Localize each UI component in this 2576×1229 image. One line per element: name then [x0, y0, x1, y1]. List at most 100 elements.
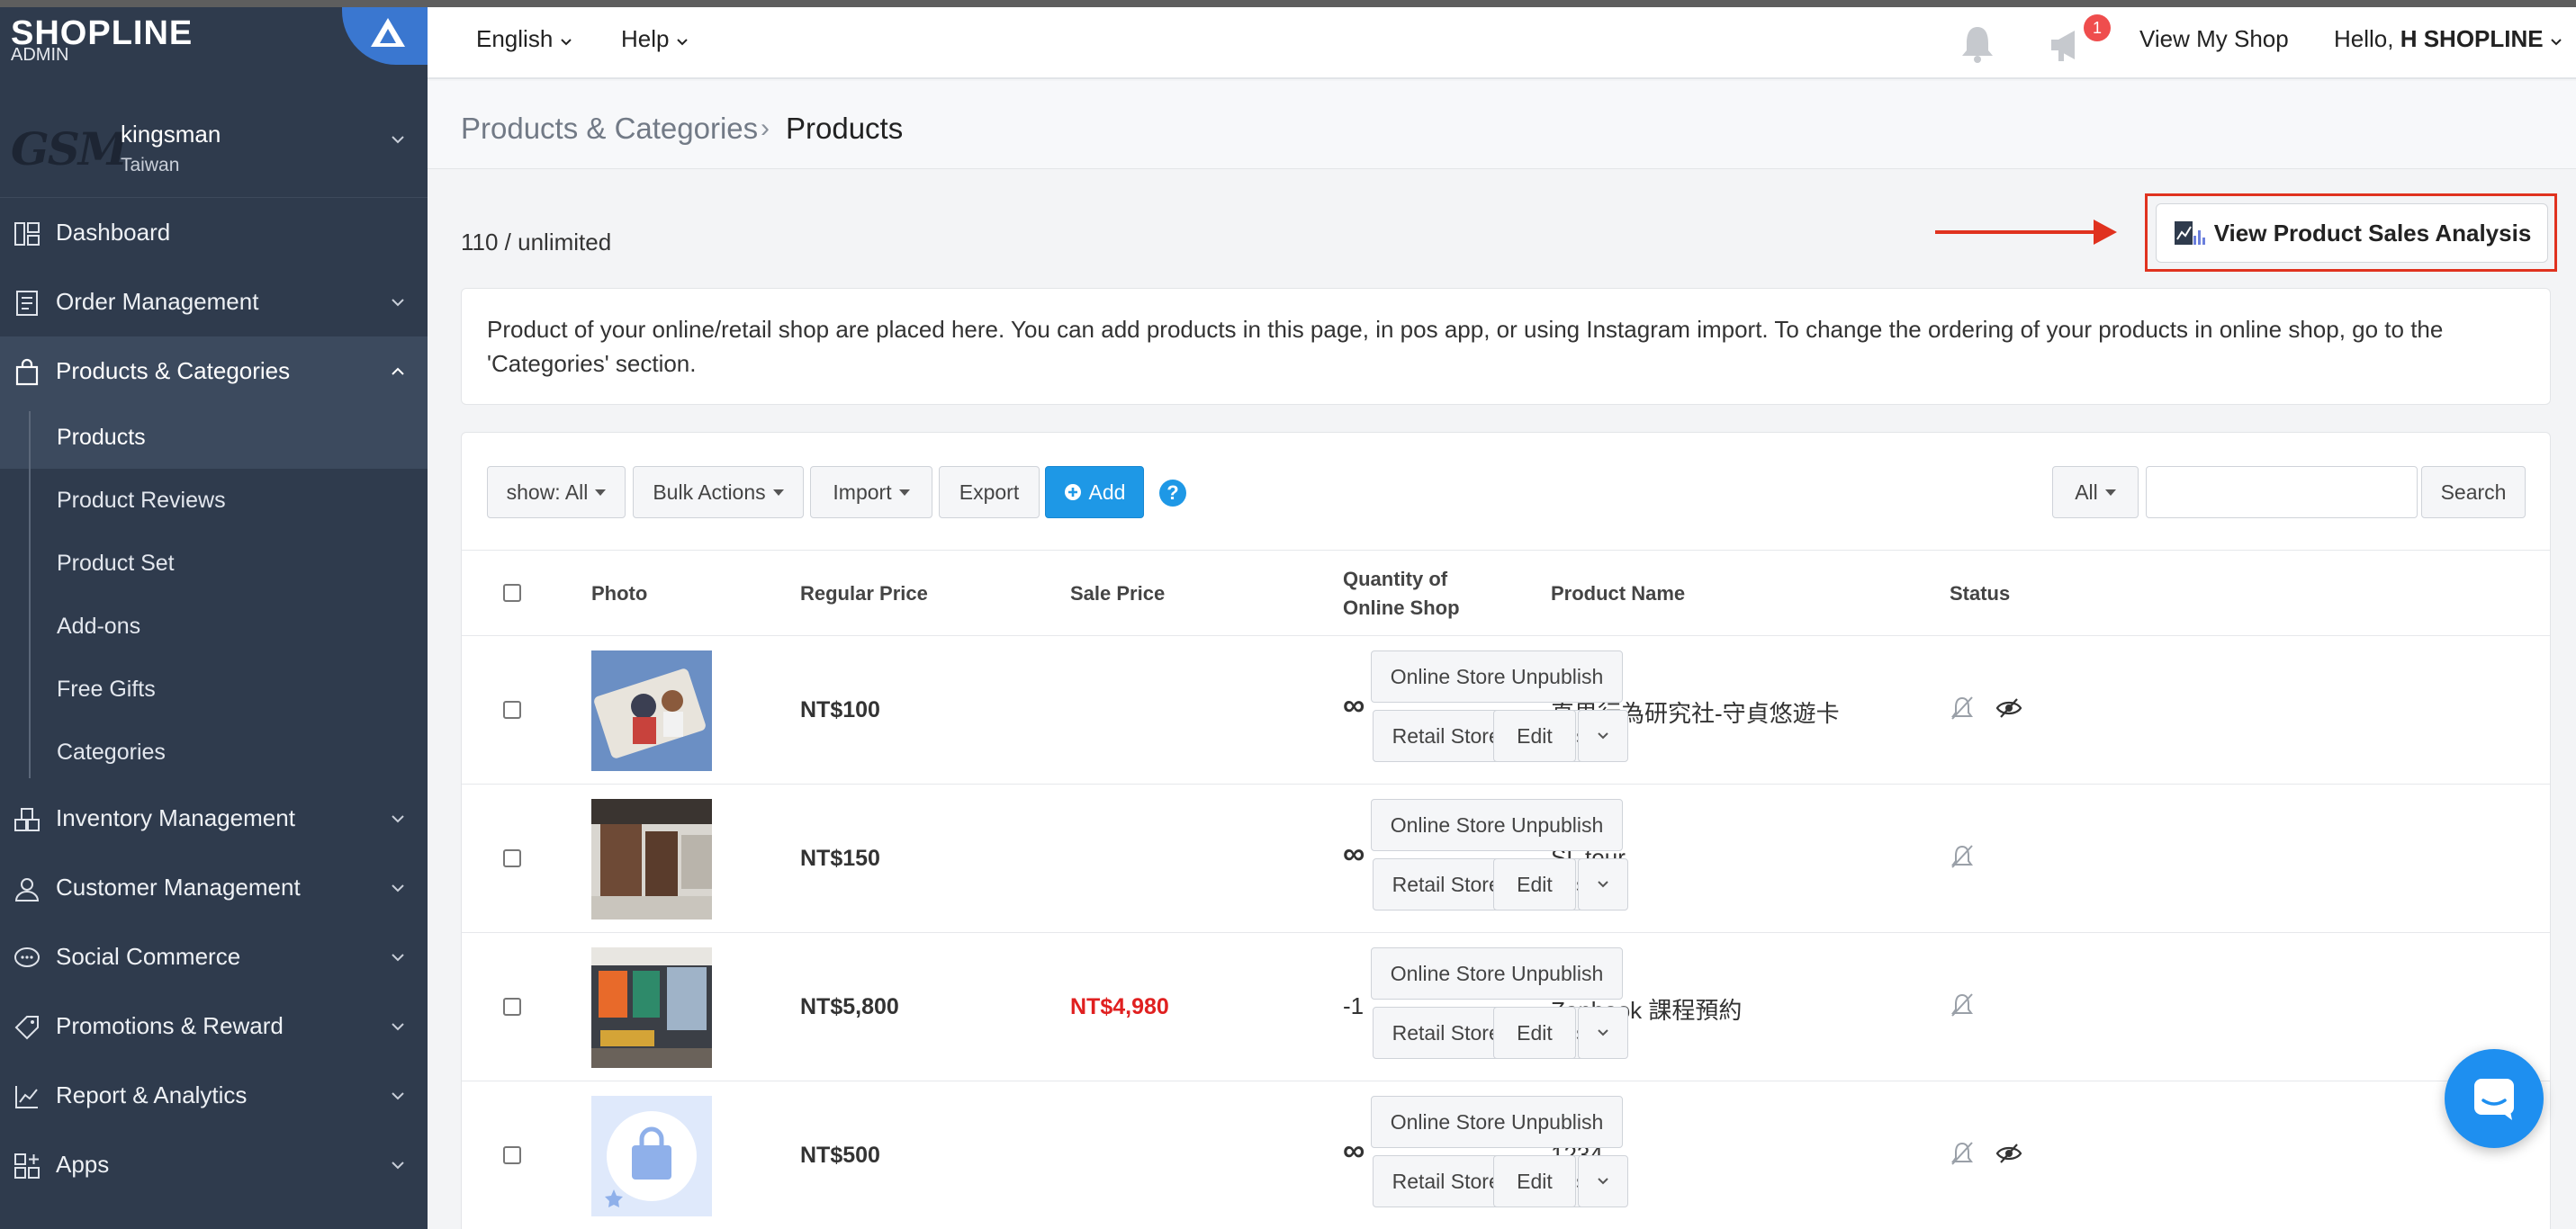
regular-price: NT$500	[800, 1143, 880, 1168]
row-checkbox[interactable]	[503, 998, 521, 1016]
sidebar-item-label: Products & Categories	[56, 357, 291, 384]
product-photo[interactable]	[591, 799, 712, 920]
bell-slash-icon	[1951, 696, 1973, 720]
chevron-down-icon	[1598, 1178, 1608, 1185]
online-store-unpublish-button[interactable]: Online Store Unpublish	[1371, 947, 1623, 1000]
sidebar-item-social-commerce[interactable]: Social Commerce	[0, 922, 428, 991]
show-filter-dropdown[interactable]: show: All	[487, 466, 626, 518]
sale-price: NT$4,980	[1070, 994, 1169, 1019]
row-more-dropdown[interactable]	[1578, 858, 1628, 911]
sidebar: SHOPLINE ADMIN GSM kingsman Taiwan Dashb…	[0, 7, 432, 1229]
row-more-dropdown[interactable]	[1578, 710, 1628, 762]
sidebar-subitem-free-gifts[interactable]: Free Gifts	[0, 658, 428, 721]
table-row: NT$150 ∞ SL tour Online Store Unpublish …	[462, 785, 2550, 933]
online-store-unpublish-button[interactable]: Online Store Unpublish	[1371, 650, 1623, 703]
sidebar-subitem-product-reviews[interactable]: Product Reviews	[0, 469, 428, 532]
search-scope-label: All	[2075, 480, 2098, 504]
help-icon[interactable]: ?	[1159, 480, 1186, 507]
live-chat-button[interactable]	[2445, 1049, 2544, 1148]
bell-icon[interactable]	[1958, 22, 1997, 65]
sidebar-subitem-add-ons[interactable]: Add-ons	[0, 595, 428, 658]
row-more-dropdown[interactable]	[1578, 1007, 1628, 1059]
column-header-quantity[interactable]: Quantity of Online Shop	[1343, 565, 1460, 623]
breadcrumb: Products & Categories › Products	[428, 81, 2576, 169]
column-header-quantity-line1: Quantity of	[1343, 568, 1448, 590]
user-icon	[14, 878, 40, 902]
sidebar-item-products-categories[interactable]: Products & Categories	[0, 336, 428, 406]
sidebar-item-report-analytics[interactable]: Report & Analytics	[0, 1061, 428, 1130]
export-button[interactable]: Export	[939, 466, 1040, 518]
analysis-button-label: View Product Sales Analysis	[2213, 219, 2532, 247]
sidebar-subitem-product-set[interactable]: Product Set	[0, 532, 428, 595]
shop-region: Taiwan	[121, 155, 180, 175]
column-header-product-name[interactable]: Product Name	[1551, 579, 1685, 608]
search-scope-dropdown[interactable]: All	[2052, 466, 2139, 518]
sidebar-item-label: Report & Analytics	[56, 1081, 248, 1108]
product-photo[interactable]	[591, 650, 712, 771]
chevron-down-icon	[1598, 732, 1608, 740]
add-product-button[interactable]: Add	[1045, 466, 1144, 518]
edit-button[interactable]: Edit	[1493, 858, 1576, 911]
select-all-checkbox[interactable]	[503, 584, 521, 602]
product-list-panel: show: All Bulk Actions Import Export Add…	[461, 432, 2551, 1229]
user-menu[interactable]: Hello, H SHOPLINE	[2334, 25, 2562, 53]
chevron-down-icon	[392, 884, 404, 893]
table-row: NT$500 ∞ 1234 Online Store Unpublish Ret…	[462, 1081, 2550, 1229]
sidebar-item-label: Inventory Management	[56, 804, 295, 831]
import-label: Import	[833, 480, 892, 504]
product-count: 110 / unlimited	[461, 229, 612, 256]
product-photo-placeholder[interactable]	[591, 1096, 712, 1216]
table-header: Photo Regular Price Sale Price Quantity …	[462, 550, 2550, 636]
app-switcher[interactable]	[342, 7, 432, 65]
annotation-arrow	[1935, 230, 2097, 234]
submenu-divider	[29, 411, 31, 778]
column-header-regular-price[interactable]: Regular Price	[800, 579, 928, 608]
help-dropdown[interactable]: Help	[621, 25, 689, 53]
row-checkbox[interactable]	[503, 849, 521, 867]
products-submenu: Products Product Reviews Product Set Add…	[0, 406, 428, 784]
chevron-down-icon	[560, 39, 572, 46]
brand-logo-sub: ADMIN	[11, 45, 69, 65]
edit-button[interactable]: Edit	[1493, 1155, 1576, 1207]
row-checkbox[interactable]	[503, 701, 521, 719]
view-my-shop-link[interactable]: View My Shop	[2139, 25, 2289, 53]
sidebar-item-inventory-management[interactable]: Inventory Management	[0, 784, 428, 853]
show-filter-label: show: All	[506, 480, 589, 504]
annotation-arrow-head	[2094, 220, 2117, 245]
sidebar-item-label: Social Commerce	[56, 943, 241, 970]
shop-switcher[interactable]: GSM kingsman Taiwan	[0, 85, 428, 198]
sidebar-item-dashboard[interactable]: Dashboard	[0, 198, 428, 267]
online-store-unpublish-button[interactable]: Online Store Unpublish	[1371, 1096, 1623, 1148]
import-dropdown[interactable]: Import	[810, 466, 932, 518]
caret-down-icon	[772, 489, 784, 496]
quantity: ∞	[1343, 837, 1365, 871]
chevron-down-icon	[2551, 39, 2562, 46]
language-dropdown[interactable]: English	[476, 25, 572, 53]
sidebar-item-promotions-reward[interactable]: Promotions & Reward	[0, 991, 428, 1061]
product-photo[interactable]	[591, 947, 712, 1068]
sidebar-item-customer-management[interactable]: Customer Management	[0, 853, 428, 922]
user-name: H SHOPLINE	[2400, 25, 2544, 52]
chevron-down-icon	[392, 954, 404, 962]
sidebar-item-label: Promotions & Reward	[56, 1012, 284, 1039]
search-input[interactable]	[2146, 466, 2418, 518]
row-checkbox[interactable]	[503, 1146, 521, 1164]
chevron-up-icon	[392, 367, 404, 375]
sidebar-subitem-products[interactable]: Products	[0, 406, 428, 469]
breadcrumb-parent[interactable]: Products & Categories	[461, 112, 758, 146]
sidebar-subitem-categories[interactable]: Categories	[0, 721, 428, 784]
eye-slash-icon	[1995, 1144, 2022, 1163]
online-store-unpublish-button[interactable]: Online Store Unpublish	[1371, 799, 1623, 851]
row-more-dropdown[interactable]	[1578, 1155, 1628, 1207]
column-header-sale-price[interactable]: Sale Price	[1070, 579, 1165, 608]
view-product-sales-analysis-button[interactable]: View Product Sales Analysis	[2156, 203, 2548, 263]
edit-button[interactable]: Edit	[1493, 710, 1576, 762]
edit-button[interactable]: Edit	[1493, 1007, 1576, 1059]
sidebar-item-apps[interactable]: Apps	[0, 1130, 428, 1199]
search-button[interactable]: Search	[2421, 466, 2526, 518]
analytics-chart-icon	[2174, 221, 2205, 245]
bulk-actions-dropdown[interactable]: Bulk Actions	[633, 466, 804, 518]
chat-bubble-icon	[14, 947, 40, 967]
brand-logo[interactable]: SHOPLINE ADMIN	[0, 7, 432, 85]
sidebar-item-order-management[interactable]: Order Management	[0, 267, 428, 336]
